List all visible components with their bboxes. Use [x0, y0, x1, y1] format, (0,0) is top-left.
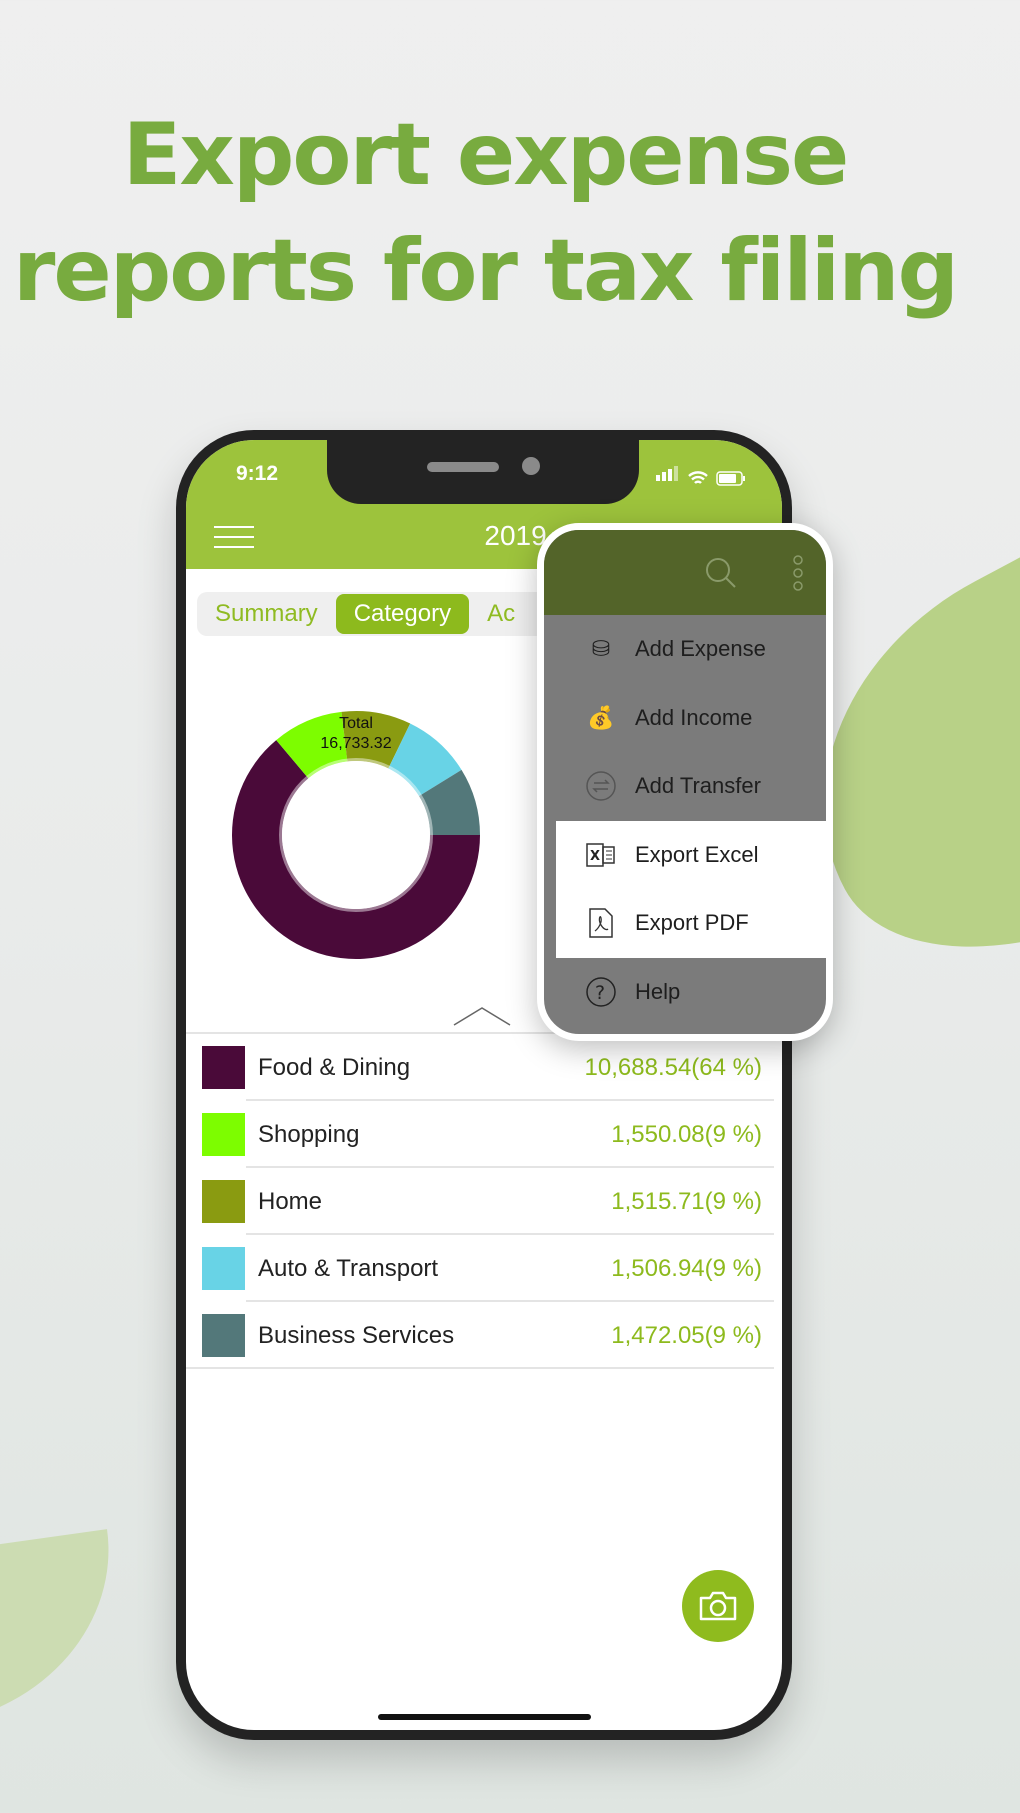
- category-name: Auto & Transport: [258, 1254, 439, 1282]
- coins-icon: ⛁: [591, 636, 611, 662]
- category-amount: 1,515.71(9 %): [611, 1187, 762, 1215]
- donut-total-label: Total: [339, 715, 373, 732]
- menu-item-export-pdf[interactable]: Export PDF: [556, 889, 826, 958]
- svg-text:?: ?: [595, 982, 605, 1004]
- donut-center: Total 16,733.32: [286, 714, 426, 754]
- donut-hole: [279, 758, 433, 912]
- category-list: Food & Dining 10,688.54(64 %) Shopping 1,55…: [186, 1032, 782, 1369]
- more-vertical-icon[interactable]: [791, 555, 805, 591]
- menu-header: [544, 530, 826, 615]
- help-icon: ?: [581, 972, 621, 1012]
- category-color-swatch: [202, 1247, 245, 1290]
- category-row[interactable]: Food & Dining 10,688.54(64 %): [186, 1034, 782, 1101]
- headline-line-1: Export expense: [122, 105, 850, 205]
- pdf-icon: [581, 903, 621, 943]
- category-amount: 10,688.54(64 %): [584, 1053, 762, 1081]
- category-name: Business Services: [258, 1321, 455, 1349]
- category-name: Food & Dining: [258, 1053, 411, 1081]
- category-row[interactable]: Shopping 1,550.08(9 %): [186, 1101, 782, 1168]
- category-row[interactable]: Business Services 1,472.05(9 %): [186, 1302, 782, 1369]
- money-bag-icon: 💰: [587, 704, 615, 730]
- category-color-swatch: [202, 1046, 245, 1089]
- excel-icon: X: [581, 835, 621, 875]
- category-name: Shopping: [258, 1120, 360, 1148]
- donut-total-value: 16,733.32: [320, 735, 392, 752]
- menu-item-add-income[interactable]: 💰 Add Income: [544, 684, 826, 753]
- menu-item-add-transfer[interactable]: Add Transfer: [544, 752, 826, 821]
- menu-item-label: Export PDF: [635, 910, 749, 936]
- menu-item-label: Export Excel: [635, 841, 759, 867]
- category-color-swatch: [202, 1314, 245, 1357]
- menu-item-add-expense[interactable]: ⛁ Add Expense: [544, 615, 826, 684]
- menu-item-export-excel[interactable]: X Export Excel: [556, 820, 826, 889]
- camera-icon: [699, 1591, 737, 1621]
- headline-line-2: reports for tax filing: [12, 221, 959, 321]
- menu-item-help[interactable]: ? Help: [544, 958, 826, 1027]
- menu-item-label: Help: [635, 978, 681, 1004]
- transfer-icon: [581, 766, 621, 806]
- category-row[interactable]: Home 1,515.71(9 %): [186, 1168, 782, 1235]
- category-color-swatch: [202, 1180, 245, 1223]
- search-icon[interactable]: [704, 556, 738, 590]
- background-leaf: [0, 1529, 131, 1731]
- camera-button[interactable]: [682, 1570, 754, 1642]
- menu-item-label: Add Income: [635, 704, 753, 730]
- chevron-up-icon[interactable]: [452, 1005, 512, 1027]
- category-color-swatch: [202, 1113, 245, 1156]
- options-menu-popup: ⛁ Add Expense 💰 Add Income Add Transfer X E…: [537, 523, 833, 1041]
- menu-item-label: Add Transfer: [635, 773, 761, 799]
- svg-text:X: X: [590, 849, 600, 864]
- category-name: Home: [258, 1187, 323, 1215]
- category-amount: 1,506.94(9 %): [611, 1254, 762, 1282]
- category-row[interactable]: Auto & Transport 1,506.94(9 %): [186, 1235, 782, 1302]
- category-amount: 1,550.08(9 %): [611, 1120, 762, 1148]
- category-amount: 1,472.05(9 %): [611, 1321, 762, 1349]
- home-indicator: [378, 1714, 591, 1720]
- menu-item-label: Add Expense: [635, 636, 766, 662]
